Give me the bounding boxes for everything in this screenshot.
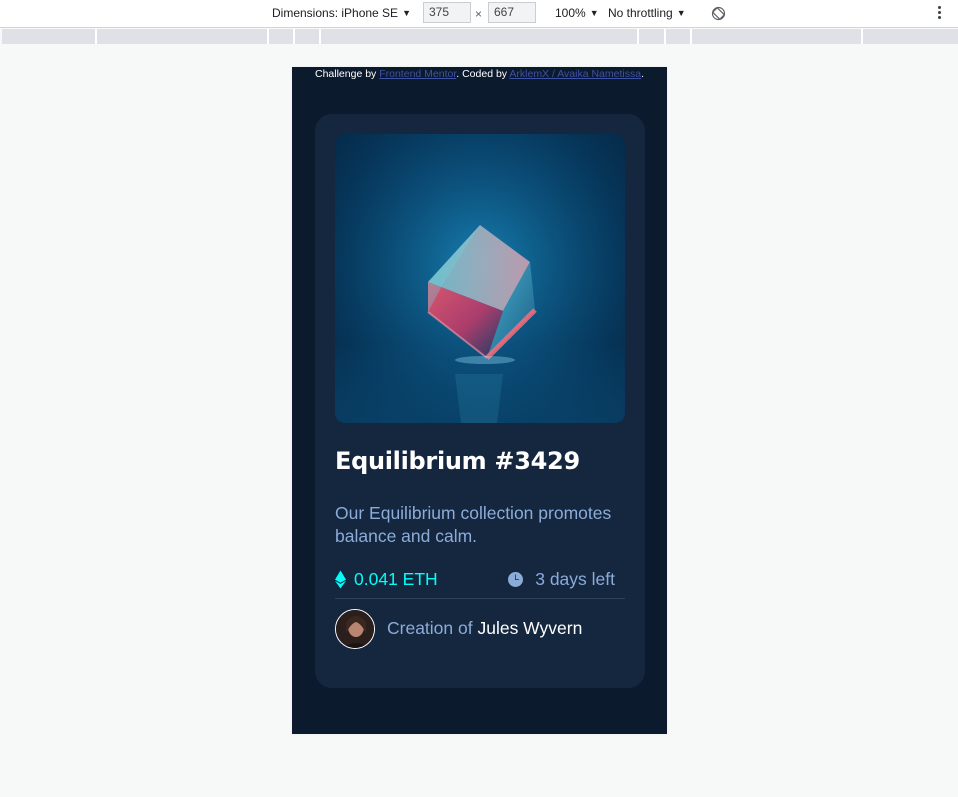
price: 0.041 ETH xyxy=(335,567,438,591)
media-query-marker[interactable] xyxy=(637,29,639,44)
caret-down-icon: ▼ xyxy=(402,8,411,18)
dimensions-label: Dimensions: iPhone SE xyxy=(272,6,399,20)
attribution-text: . xyxy=(641,68,644,80)
author-link[interactable]: ArklemX / Avaika Nametissa xyxy=(509,68,641,80)
device-viewport: Challenge by Frontend Mentor. Coded by A… xyxy=(292,67,667,734)
throttling-dropdown[interactable]: No throttling ▼ xyxy=(608,0,686,27)
height-input[interactable]: 667 xyxy=(488,2,536,23)
media-query-marker[interactable] xyxy=(690,29,692,44)
attribution-text: Challenge by xyxy=(315,68,380,80)
width-input[interactable]: 375 xyxy=(423,2,471,23)
zoom-label: 100% xyxy=(555,6,586,20)
creator-name[interactable]: Jules Wyvern xyxy=(477,618,582,638)
throttling-label: No throttling xyxy=(608,6,673,20)
media-query-marker[interactable] xyxy=(319,29,321,44)
avatar xyxy=(335,608,375,649)
time-left: 3 days left xyxy=(508,567,615,591)
attribution-text: . Coded by xyxy=(456,68,510,80)
creator-prefix: Creation of xyxy=(387,618,478,638)
media-query-marker[interactable] xyxy=(664,29,666,44)
devtools-device-toolbar: Dimensions: iPhone SE ▼ 375 × 667 100% ▼ N… xyxy=(0,0,958,28)
more-vertical-icon[interactable] xyxy=(936,6,942,21)
rotate-icon[interactable] xyxy=(711,6,726,21)
card-stats: 0.041 ETH 3 days left xyxy=(335,567,625,593)
times-sign: × xyxy=(475,7,483,21)
equilibrium-image[interactable] xyxy=(335,134,625,423)
media-query-marker[interactable] xyxy=(861,29,863,44)
media-query-marker[interactable] xyxy=(267,29,269,44)
creator-label: Creation of Jules Wyvern xyxy=(387,618,582,639)
caret-down-icon: ▼ xyxy=(589,8,599,18)
attribution: Challenge by Frontend Mentor. Coded by A… xyxy=(292,68,667,80)
creator: Creation of Jules Wyvern xyxy=(335,607,625,650)
dimensions-dropdown[interactable]: Dimensions: iPhone SE ▼ xyxy=(272,0,411,27)
ethereum-icon xyxy=(335,570,346,588)
frontend-mentor-link[interactable]: Frontend Mentor xyxy=(379,68,456,80)
clock-icon xyxy=(508,571,524,587)
card-description: Our Equilibrium collection promotes bala… xyxy=(335,503,612,546)
nft-card: Equilibrium #3429 Our Equilibrium collec… xyxy=(315,114,645,688)
media-query-bar[interactable] xyxy=(2,29,958,44)
media-query-marker[interactable] xyxy=(293,29,295,44)
divider xyxy=(335,598,625,599)
card-title[interactable]: Equilibrium #3429 xyxy=(335,447,580,475)
time-left-value: 3 days left xyxy=(535,568,615,589)
media-query-marker[interactable] xyxy=(95,29,97,44)
caret-down-icon: ▼ xyxy=(676,8,686,18)
price-value: 0.041 ETH xyxy=(354,568,438,589)
zoom-dropdown[interactable]: 100% ▼ xyxy=(555,0,599,27)
